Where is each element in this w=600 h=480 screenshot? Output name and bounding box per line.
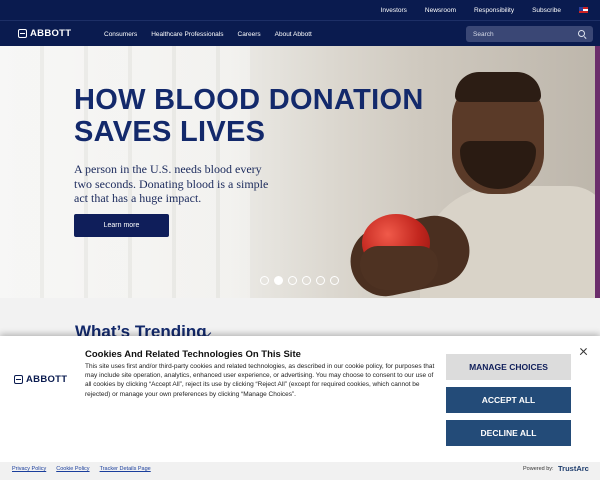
accent-strip [595,46,600,298]
privacy-policy-link[interactable]: Privacy Policy [12,466,46,472]
abbott-logo-text: ABBOTT [30,28,72,39]
hero-banner: HOW BLOOD DONATION SAVES LIVES A person … [0,46,600,298]
carousel-dots [260,276,339,285]
trustarc-logo[interactable]: TrustArc [558,464,589,473]
cookie-title: Cookies And Related Technologies On This… [85,349,301,360]
carousel-dot-1[interactable] [260,276,269,285]
investors-link[interactable]: Investors [381,7,407,14]
abbott-logo[interactable]: ABBOTT [18,28,71,39]
main-nav: ABBOTT Consumers Healthcare Professional… [0,20,600,46]
search-box[interactable] [466,26,593,42]
carousel-dot-3[interactable] [288,276,297,285]
cookie-logo-text: ABBOTT [26,374,68,385]
nav-links: Consumers Healthcare Professionals Caree… [104,21,312,47]
cookie-footer: Privacy Policy Cookie Policy Tracker Det… [0,462,600,480]
responsibility-link[interactable]: Responsibility [474,7,514,14]
learn-more-button[interactable]: Learn more [74,214,169,237]
close-icon[interactable] [579,347,588,356]
carousel-dot-4[interactable] [302,276,311,285]
tracker-details-link[interactable]: Tracker Details Page [100,466,151,472]
hero-text: A person in the U.S. needs blood every t… [74,162,269,205]
cookie-abbott-logo: ABBOTT [14,374,67,385]
newsroom-link[interactable]: Newsroom [425,7,456,14]
us-flag-icon[interactable] [579,7,588,13]
abbott-logo-icon [14,375,23,384]
utility-bar: Investors Newsroom Responsibility Subscr… [0,0,600,20]
search-icon[interactable] [578,30,585,37]
carousel-dot-6[interactable] [330,276,339,285]
hero-person-hand [360,246,438,290]
subscribe-link[interactable]: Subscribe [532,7,561,14]
carousel-dot-5[interactable] [316,276,325,285]
cookie-banner: ABBOTT Cookies And Related Technologies … [0,336,600,480]
search-input[interactable] [473,26,573,42]
nav-careers[interactable]: Careers [238,31,261,38]
footer-links: Privacy Policy Cookie Policy Tracker Det… [12,466,151,472]
cookie-policy-link[interactable]: Cookie Policy [56,466,89,472]
nav-about-abbott[interactable]: About Abbott [275,31,312,38]
hero-title: HOW BLOOD DONATION SAVES LIVES [74,84,424,148]
powered-by-label: Powered by: [523,466,554,472]
accept-all-button[interactable]: ACCEPT ALL [446,387,571,413]
cookie-body: This site uses first and/or third-party … [85,363,435,398]
nav-consumers[interactable]: Consumers [104,31,137,38]
manage-choices-button[interactable]: MANAGE CHOICES [446,354,571,380]
carousel-dot-2[interactable] [274,276,283,285]
abbott-logo-icon [18,29,27,38]
utility-links: Investors Newsroom Responsibility Subscr… [381,0,588,20]
nav-healthcare-professionals[interactable]: Healthcare Professionals [151,31,223,38]
decline-all-button[interactable]: DECLINE ALL [446,420,571,446]
hero-person-hair [455,72,541,102]
trending-section: What’s Trending [0,298,600,341]
